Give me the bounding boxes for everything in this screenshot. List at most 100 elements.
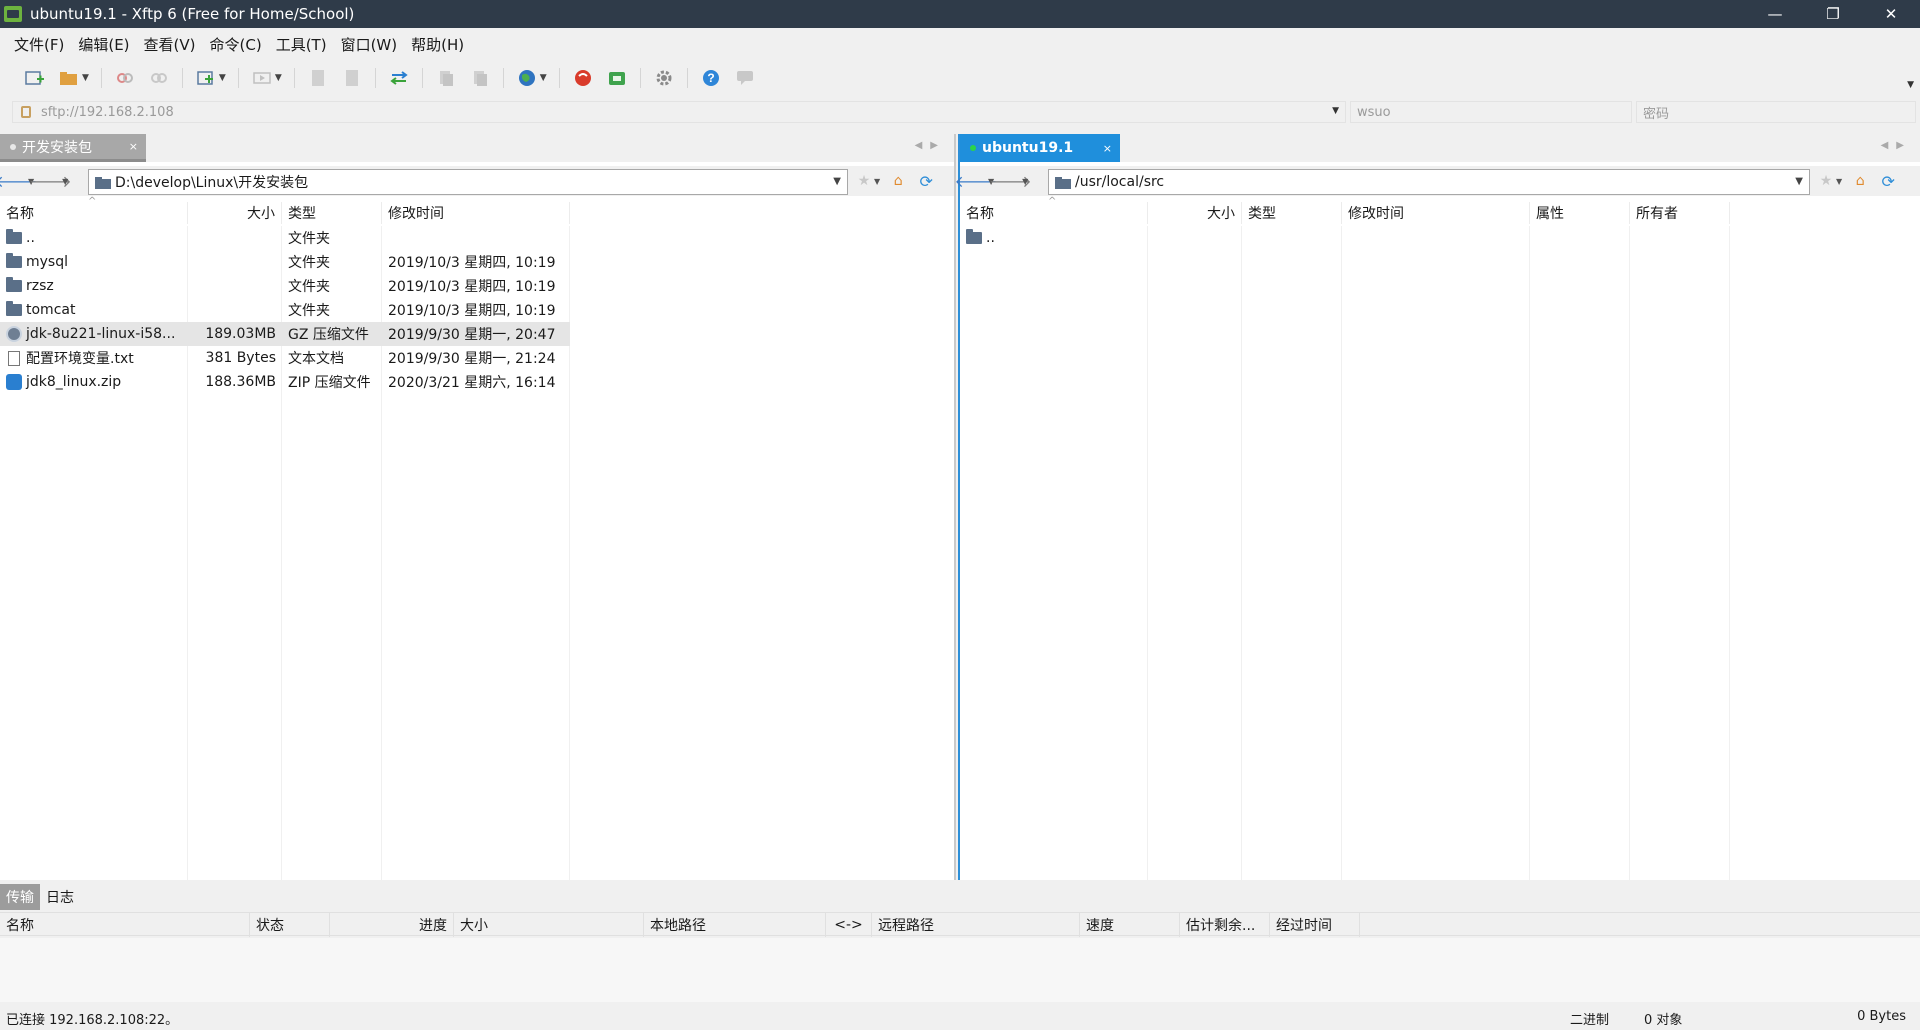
globe-icon[interactable] — [516, 67, 538, 89]
bookmark-dropdown-icon[interactable]: ▼ — [874, 177, 880, 186]
file-type: 文件夹 — [288, 303, 330, 319]
file-row[interactable]: mysql 文件夹 2019/10/3 星期四, 10:19 — [0, 250, 570, 274]
forward-dropdown-icon[interactable]: ▼ — [1022, 177, 1028, 186]
bookmark-dropdown-icon[interactable]: ▼ — [1836, 177, 1842, 186]
refresh-icon[interactable]: ⟳ — [916, 172, 936, 191]
transfer-mode: 二进制 — [1570, 1013, 1610, 1028]
globe-dropdown-icon[interactable]: ▼ — [540, 73, 547, 83]
new-tab-icon[interactable] — [195, 67, 217, 89]
xftp-icon[interactable] — [606, 67, 628, 89]
bookmark-star-icon[interactable]: ★ — [854, 172, 874, 190]
tab-transfers[interactable]: 传输 — [0, 884, 40, 910]
col-name[interactable]: 名称 — [960, 202, 1148, 224]
settings-icon[interactable] — [653, 67, 675, 89]
menu-edit[interactable]: 编辑(E) — [78, 34, 129, 55]
restore-button[interactable]: ❐ — [1804, 0, 1862, 28]
close-tab-icon[interactable]: × — [129, 140, 138, 153]
forward-dropdown-icon[interactable]: ▼ — [62, 177, 68, 186]
col-progress[interactable]: 进度 — [330, 913, 454, 937]
col-name[interactable]: 名称 — [0, 202, 188, 224]
new-tab-dropdown-icon[interactable]: ▼ — [219, 73, 226, 83]
file-row-selected[interactable]: jdk-8u221-linux-i58... 189.03MB GZ 压缩文件 … — [0, 322, 570, 346]
chevron-down-icon[interactable]: ▼ — [833, 176, 841, 187]
tab-log[interactable]: 日志 — [40, 884, 80, 910]
home-icon[interactable]: ⌂ — [1850, 172, 1870, 190]
tab-scroll-arrows[interactable]: ◀▶ — [1881, 140, 1912, 151]
file-row[interactable]: jdk8_linux.zip 188.36MB ZIP 压缩文件 2020/3/… — [0, 370, 570, 394]
col-size[interactable]: 大小 — [1148, 202, 1242, 224]
minimize-button[interactable]: — — [1746, 0, 1804, 28]
download-icon[interactable] — [341, 67, 363, 89]
file-type: 文件夹 — [288, 255, 330, 271]
username-field[interactable]: wsuo — [1350, 101, 1632, 123]
local-path-value: D:\develop\Linux\开发安装包 — [115, 175, 309, 191]
col-remote-path[interactable]: 远程路径 — [872, 913, 1080, 937]
tab-label: 开发安装包 — [22, 139, 92, 156]
chat-icon[interactable] — [734, 67, 756, 89]
sync-icon[interactable] — [251, 67, 273, 89]
col-name[interactable]: 名称 — [0, 913, 250, 937]
local-path-input[interactable]: D:\develop\Linux\开发安装包 ▼ — [88, 169, 848, 195]
col-modified[interactable]: 修改时间 — [1342, 202, 1530, 224]
menu-bar: 文件(F) 编辑(E) 查看(V) 命令(C) 工具(T) 窗口(W) 帮助(H… — [0, 28, 1920, 60]
copy-icon[interactable] — [435, 67, 457, 89]
menu-help[interactable]: 帮助(H) — [411, 34, 464, 55]
forward-icon[interactable]: 🡒 — [29, 171, 72, 191]
refresh-icon[interactable]: ⟳ — [1878, 172, 1898, 191]
file-row[interactable]: .. 文件夹 — [0, 226, 570, 250]
close-button[interactable]: ✕ — [1862, 0, 1920, 28]
menu-file[interactable]: 文件(F) — [14, 34, 64, 55]
col-eta[interactable]: 估计剩余... — [1180, 913, 1270, 937]
col-status[interactable]: 状态 — [250, 913, 330, 937]
menu-tools[interactable]: 工具(T) — [276, 34, 327, 55]
local-path-bar: 🡐 ▼ 🡒 ▼ D:\develop\Linux\开发安装包 ▼ ★ ▼ ⌂ ⟳ — [0, 166, 954, 196]
file-row[interactable]: .. — [960, 226, 1530, 250]
col-local-path[interactable]: 本地路径 — [644, 913, 826, 937]
back-icon[interactable]: 🡐 — [955, 171, 998, 191]
password-field[interactable]: 密码 — [1636, 101, 1916, 123]
col-size[interactable]: 大小 — [188, 202, 282, 224]
file-size: 381 Bytes — [205, 350, 276, 366]
col-speed[interactable]: 速度 — [1080, 913, 1180, 937]
toolbar-overflow-icon[interactable]: ▼ — [1907, 80, 1914, 90]
col-attributes[interactable]: 属性 — [1530, 202, 1630, 224]
upload-icon[interactable] — [307, 67, 329, 89]
col-size[interactable]: 大小 — [454, 913, 644, 937]
menu-view[interactable]: 查看(V) — [144, 34, 196, 55]
col-elapsed[interactable]: 经过时间 — [1270, 913, 1360, 937]
menu-command[interactable]: 命令(C) — [210, 34, 262, 55]
col-type[interactable]: 类型 — [282, 202, 382, 224]
remote-path-input[interactable]: /usr/local/src ▼ — [1048, 169, 1810, 195]
col-direction[interactable]: <-> — [826, 913, 872, 937]
forward-icon[interactable]: 🡒 — [989, 171, 1032, 191]
disconnect-icon[interactable] — [114, 67, 136, 89]
tab-remote[interactable]: ubuntu19.1 × — [960, 134, 1120, 162]
new-session-icon[interactable] — [24, 67, 46, 89]
col-modified[interactable]: 修改时间 — [382, 202, 570, 224]
file-row[interactable]: rzsz 文件夹 2019/10/3 星期四, 10:19 — [0, 274, 570, 298]
col-type[interactable]: 类型 — [1242, 202, 1342, 224]
bookmark-star-icon[interactable]: ★ — [1816, 172, 1836, 190]
file-row[interactable]: tomcat 文件夹 2019/10/3 星期四, 10:19 — [0, 298, 570, 322]
paste-icon[interactable] — [469, 67, 491, 89]
close-tab-icon[interactable]: × — [1103, 142, 1112, 155]
transfer-icon[interactable] — [388, 67, 410, 89]
host-field[interactable]: sftp://192.168.2.108 ▼ — [12, 101, 1346, 123]
menu-window[interactable]: 窗口(W) — [341, 34, 398, 55]
file-row[interactable]: 配置环境变量.txt 381 Bytes 文本文档 2019/9/30 星期一,… — [0, 346, 570, 370]
tab-local[interactable]: 开发安装包 × — [0, 134, 146, 162]
col-owner[interactable]: 所有者 — [1630, 202, 1730, 224]
chevron-down-icon[interactable]: ▼ — [1795, 176, 1803, 187]
back-icon[interactable]: 🡐 — [0, 171, 37, 191]
chevron-down-icon[interactable]: ▼ — [1332, 106, 1339, 116]
toolbar-separator — [421, 68, 423, 88]
home-icon[interactable]: ⌂ — [888, 172, 908, 190]
local-list-header: ^ 名称 大小 类型 修改时间 — [0, 196, 954, 224]
tab-scroll-arrows[interactable]: ◀▶ — [915, 140, 946, 151]
sync-dropdown-icon[interactable]: ▼ — [275, 73, 282, 83]
help-icon[interactable]: ? — [700, 67, 722, 89]
reconnect-icon[interactable] — [148, 67, 170, 89]
open-dropdown-icon[interactable]: ▼ — [82, 73, 89, 83]
open-folder-icon[interactable] — [58, 67, 80, 89]
xshell-icon[interactable] — [572, 67, 594, 89]
